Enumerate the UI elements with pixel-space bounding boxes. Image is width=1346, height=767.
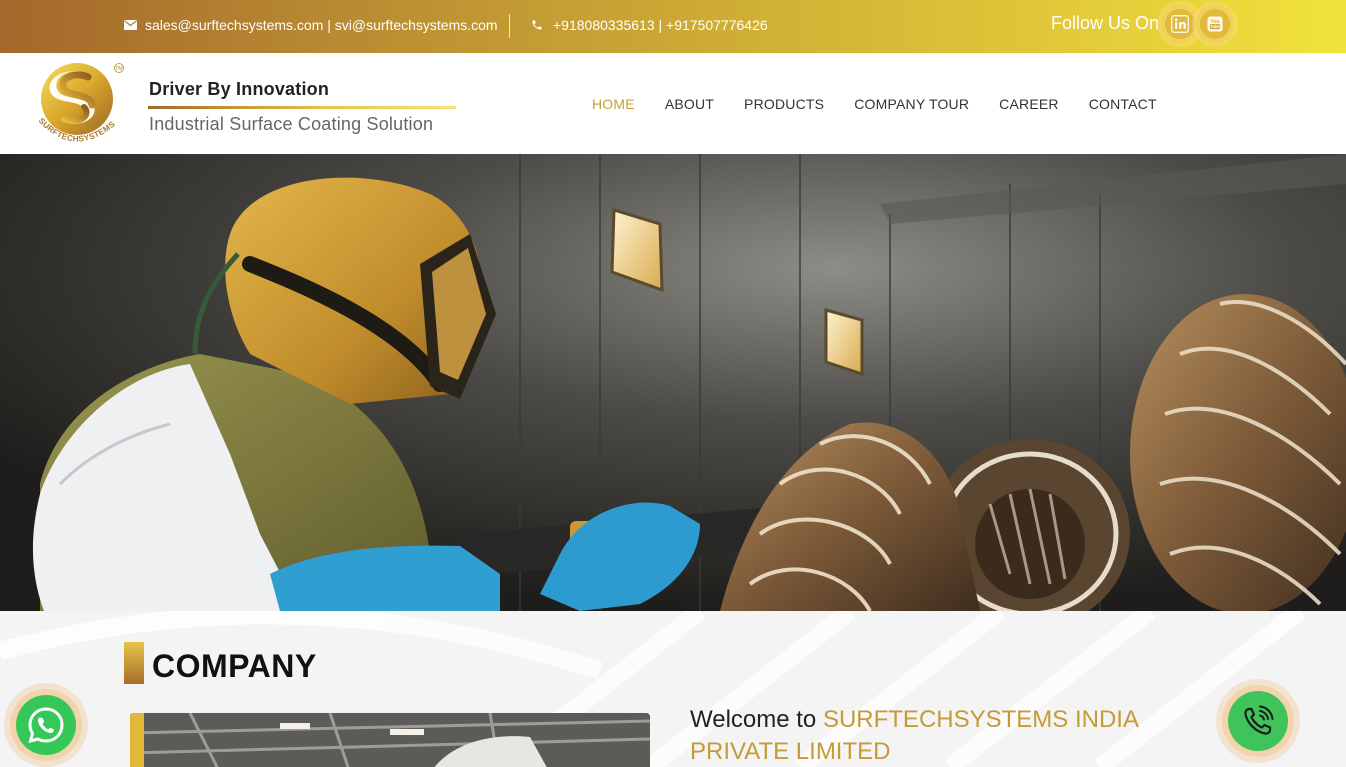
nav-home[interactable]: HOME — [592, 96, 635, 112]
youtube-button[interactable]: You Tube — [1196, 5, 1234, 43]
nav-career[interactable]: CAREER — [999, 96, 1059, 112]
hero-image — [0, 154, 1346, 611]
nav-about[interactable]: ABOUT — [665, 96, 714, 112]
tagline-main: Driver By Innovation — [149, 79, 330, 99]
welcome-heading: Welcome to SURFTECHSYSTEMS INDIA PRIVATE… — [690, 704, 1170, 767]
phone-text[interactable]: +918080335613 | +917507776426 — [553, 17, 768, 33]
svg-text:TM: TM — [115, 66, 122, 72]
svg-text:Tube: Tube — [1210, 24, 1220, 29]
divider — [509, 14, 510, 38]
whatsapp-button[interactable] — [4, 683, 88, 767]
nav-company-tour[interactable]: COMPANY TOUR — [854, 96, 969, 112]
company-photo — [130, 713, 650, 767]
title-accent-bar — [124, 642, 144, 684]
whatsapp-icon — [16, 695, 76, 755]
nav-contact[interactable]: CONTACT — [1089, 96, 1157, 112]
main-nav: HOME ABOUT PRODUCTS COMPANY TOUR CAREER … — [592, 96, 1187, 112]
email-contact[interactable]: sales@surftechsystems.com | svi@surftech… — [124, 17, 498, 33]
welcome-prefix: Welcome to — [690, 706, 823, 733]
youtube-icon: You Tube — [1204, 13, 1226, 35]
linkedin-icon — [1169, 13, 1191, 35]
call-ring — [1222, 685, 1294, 757]
phone-contact[interactable]: +918080335613 | +917507776426 — [531, 17, 768, 33]
linkedin-button[interactable] — [1161, 5, 1199, 43]
company-logo[interactable]: TM SURFTECHSYSTEMS — [32, 59, 126, 153]
top-contact-bar: sales@surftechsystems.com | svi@surftech… — [0, 0, 1346, 53]
tagline-underline — [148, 106, 456, 109]
phone-call-icon — [1228, 691, 1288, 751]
tagline: Driver By Innovation Industrial Surface … — [148, 79, 456, 135]
email-text[interactable]: sales@surftechsystems.com | svi@surftech… — [145, 17, 498, 33]
tagline-sub: Industrial Surface Coating Solution — [149, 114, 434, 134]
follow-label: Follow Us On : — [1051, 13, 1170, 33]
phone-icon — [531, 19, 543, 31]
whatsapp-ring — [10, 689, 82, 761]
company-section: COMPANY Welcome to SURFTECHSYSTEMS INDIA… — [0, 611, 1346, 767]
follow-us: Follow Us On : — [1051, 13, 1169, 34]
nav-products[interactable]: PRODUCTS — [744, 96, 824, 112]
company-title: COMPANY — [152, 648, 317, 684]
mail-icon — [124, 20, 137, 30]
hero-banner — [0, 154, 1346, 611]
call-button[interactable] — [1216, 679, 1300, 763]
site-header: TM SURFTECHSYSTEMS Driver By Innovation … — [0, 53, 1346, 154]
